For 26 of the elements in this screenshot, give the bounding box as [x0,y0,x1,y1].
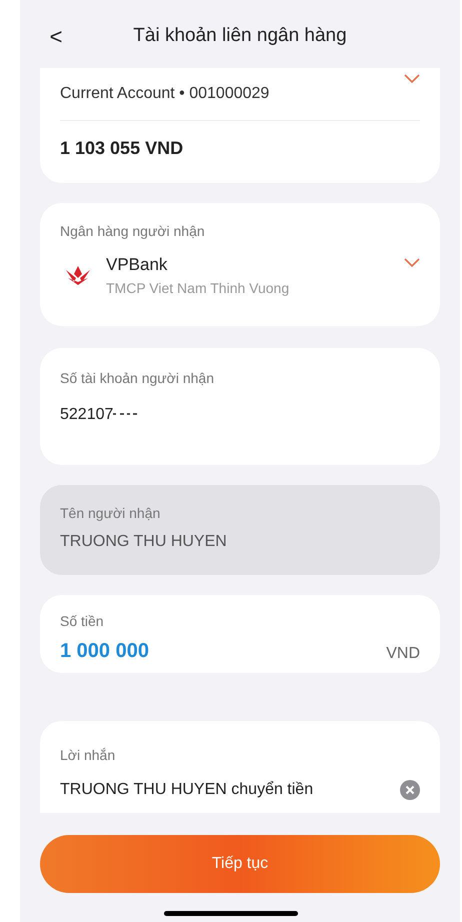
account-text: Current Account • 001000029 [60,84,270,104]
field-label: Ngân hàng người nhận [60,222,206,241]
recipient-name-value: TRUONG THU HUYEN [60,532,228,552]
bank-logo-icon [64,264,92,286]
bank-name: VPBank [106,254,168,276]
clear-icon[interactable] [400,780,420,800]
chevron-down-icon [404,74,420,84]
chevron-down-icon [404,258,420,268]
amount-value: 1 000 000 [60,639,149,664]
field-label: Tên người nhận [60,504,162,523]
currency-text: VND [386,644,420,664]
message-value: TRUONG THU HUYEN chuyển tiền [60,780,314,800]
amount-field[interactable]: Số tiền 1 000 000 VND [40,595,440,673]
account-number-field[interactable]: Số tài khoản người nhận 522107 [40,348,440,465]
back-button[interactable]: < [44,20,68,52]
balance-text: 1 103 055 VND [60,137,184,160]
field-label: Số tài khoản người nhận [60,369,215,388]
source-account-card[interactable]: Current Account • 001000029 1 103 055 VND [40,68,440,183]
bank-field[interactable]: Ngân hàng người nhận VPBank TMCP Viet Nam Thinh Vuong [40,203,440,326]
screen-title: Tài khoản liên ngân hàng [132,24,348,48]
field-label: Lời nhắn [60,746,116,765]
field-label: Số tiền [60,612,105,631]
bank-full-name: TMCP Viet Nam Thinh Vuong [106,278,290,298]
message-field[interactable]: Lời nhắn TRUONG THU HUYEN chuyển tiền [40,721,440,813]
redaction-mark [113,413,138,417]
account-number-value: 522107 [60,405,114,425]
